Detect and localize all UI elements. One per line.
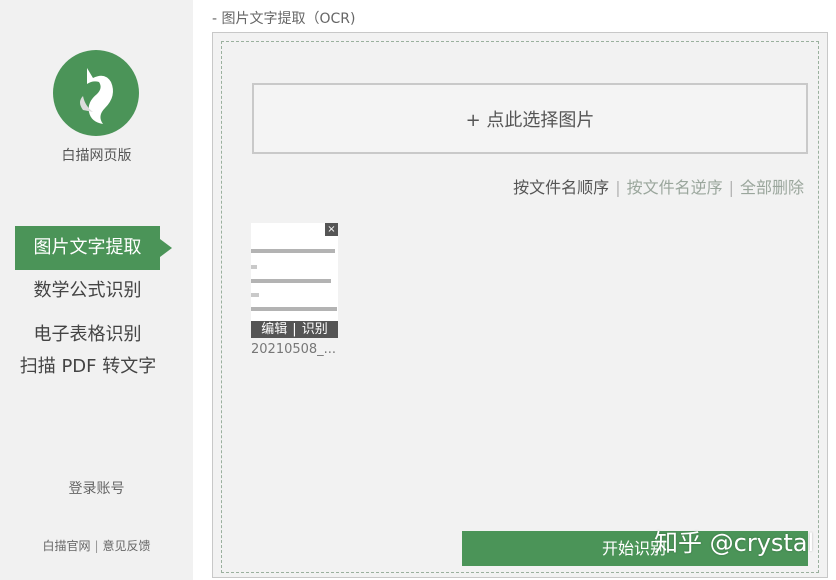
sort-separator: | [728, 178, 734, 197]
sort-ascending-link[interactable]: 按文件名顺序 [513, 178, 609, 197]
official-site-link[interactable]: 白描官网 [42, 539, 90, 553]
drop-zone[interactable]: + 点此选择图片 按文件名顺序 | 按文件名逆序 | 全部删除 × 编辑 | 识别 2021… [221, 41, 819, 573]
section-title: - 图片文字提取（OCR) [212, 11, 356, 27]
preview-text-line [251, 293, 259, 297]
login-link[interactable]: 登录账号 [0, 478, 193, 498]
delete-all-link[interactable]: 全部删除 [740, 178, 804, 197]
thumbnail-filename: 20210508_... [251, 342, 337, 357]
thumbnail-preview [251, 237, 338, 321]
preview-text-line [251, 307, 337, 311]
thumbnail-actions: 编辑 | 识别 [251, 321, 338, 338]
nav-item-image-ocr[interactable]: 图片文字提取 [15, 226, 172, 270]
nav-item-scan-pdf[interactable]: 扫描 PDF 转文字 [18, 356, 158, 378]
nav-item-math-formula[interactable]: 数学公式识别 [15, 269, 160, 313]
close-icon[interactable]: × [325, 223, 338, 236]
nav-item-spreadsheet[interactable]: 电子表格识别 [15, 313, 160, 357]
select-image-button[interactable]: + 点此选择图片 [252, 83, 808, 154]
footer-links: 白描官网 | 意见反馈 [0, 537, 193, 554]
edit-button[interactable]: 编辑 [261, 321, 287, 338]
preview-text-line [251, 249, 335, 253]
upload-panel: + 点此选择图片 按文件名顺序 | 按文件名逆序 | 全部删除 × 编辑 | 识别 2021… [212, 32, 828, 578]
feedback-link[interactable]: 意见反馈 [103, 539, 151, 553]
app-logo [53, 50, 139, 136]
recognize-button[interactable]: 识别 [302, 321, 328, 338]
watermark: 知乎 @crystal [654, 529, 815, 557]
sort-separator: | [615, 178, 621, 197]
sort-descending-link[interactable]: 按文件名逆序 [627, 178, 723, 197]
preview-text-line [251, 265, 257, 269]
sidebar: 白描网页版 图片文字提取 数学公式识别 电子表格识别 扫描 PDF 转文字 登录… [0, 0, 193, 580]
footer-separator: | [94, 539, 99, 553]
image-thumbnail[interactable]: × 编辑 | 识别 [251, 223, 338, 338]
app-name: 白描网页版 [61, 148, 132, 164]
thumbnail-action-separator: | [292, 322, 297, 337]
sort-bar: 按文件名顺序 | 按文件名逆序 | 全部删除 [513, 174, 804, 198]
preview-text-line [251, 279, 331, 283]
